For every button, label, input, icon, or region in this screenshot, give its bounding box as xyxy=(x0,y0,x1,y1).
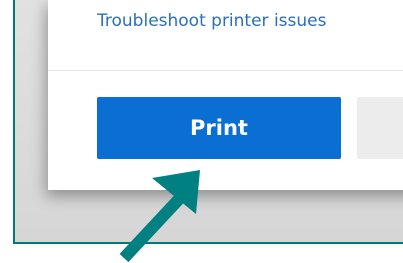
print-button[interactable]: Print xyxy=(97,97,341,159)
troubleshoot-printer-link[interactable]: Troubleshoot printer issues xyxy=(97,11,326,31)
cancel-button[interactable] xyxy=(357,97,403,159)
annotation-arrow-icon xyxy=(119,170,200,263)
dialog-divider xyxy=(48,70,403,71)
